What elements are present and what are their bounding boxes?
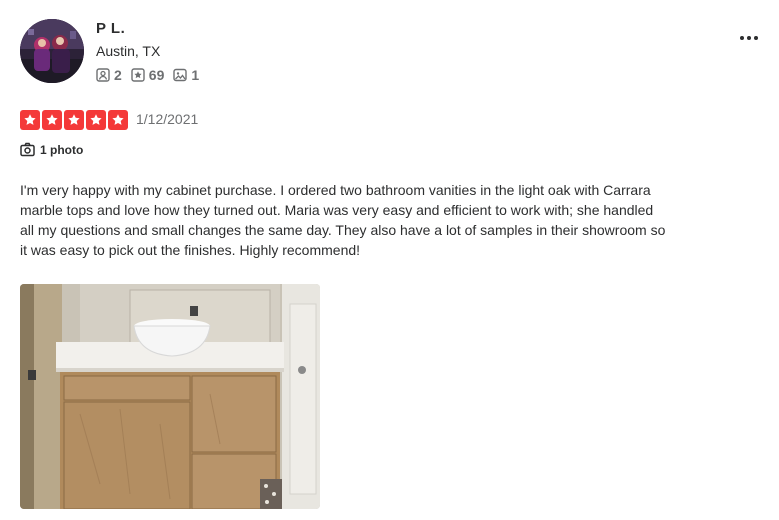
star-icon bbox=[42, 110, 62, 130]
reviews-stat: 69 bbox=[131, 67, 165, 83]
review-card: P L. Austin, TX 2 69 1 1/12/2021 1 photo… bbox=[0, 0, 779, 520]
photo-count-link[interactable]: 1 photo bbox=[20, 142, 83, 157]
star-icon bbox=[64, 110, 84, 130]
more-options-button[interactable] bbox=[737, 28, 761, 48]
more-dot bbox=[754, 36, 758, 40]
review-photo[interactable] bbox=[20, 284, 320, 509]
user-stats: 2 69 1 bbox=[96, 67, 199, 83]
review-date: 1/12/2021 bbox=[136, 111, 199, 127]
star-icon bbox=[108, 110, 128, 130]
user-name[interactable]: P L. bbox=[96, 20, 125, 37]
photo-count-label: 1 photo bbox=[40, 142, 84, 157]
more-dot bbox=[747, 36, 751, 40]
more-horizontal-icon bbox=[740, 36, 744, 40]
friends-stat: 2 bbox=[96, 67, 122, 83]
friends-icon bbox=[96, 68, 110, 82]
user-location: Austin, TX bbox=[96, 43, 161, 59]
vanity-photo-image bbox=[20, 284, 320, 509]
avatar-image bbox=[20, 19, 84, 83]
photos-stat: 1 bbox=[173, 67, 199, 83]
star-rating bbox=[20, 110, 128, 130]
star-icon bbox=[20, 110, 40, 130]
reviews-count: 69 bbox=[148, 67, 165, 83]
camera-icon bbox=[20, 142, 35, 157]
image-icon bbox=[173, 68, 188, 82]
star-square-icon bbox=[131, 68, 145, 82]
avatar[interactable] bbox=[20, 19, 84, 83]
review-text: I'm very happy with my cabinet purchase.… bbox=[20, 182, 666, 258]
friends-count: 2 bbox=[114, 67, 122, 83]
star-icon bbox=[86, 110, 106, 130]
photos-count: 1 bbox=[191, 67, 200, 83]
